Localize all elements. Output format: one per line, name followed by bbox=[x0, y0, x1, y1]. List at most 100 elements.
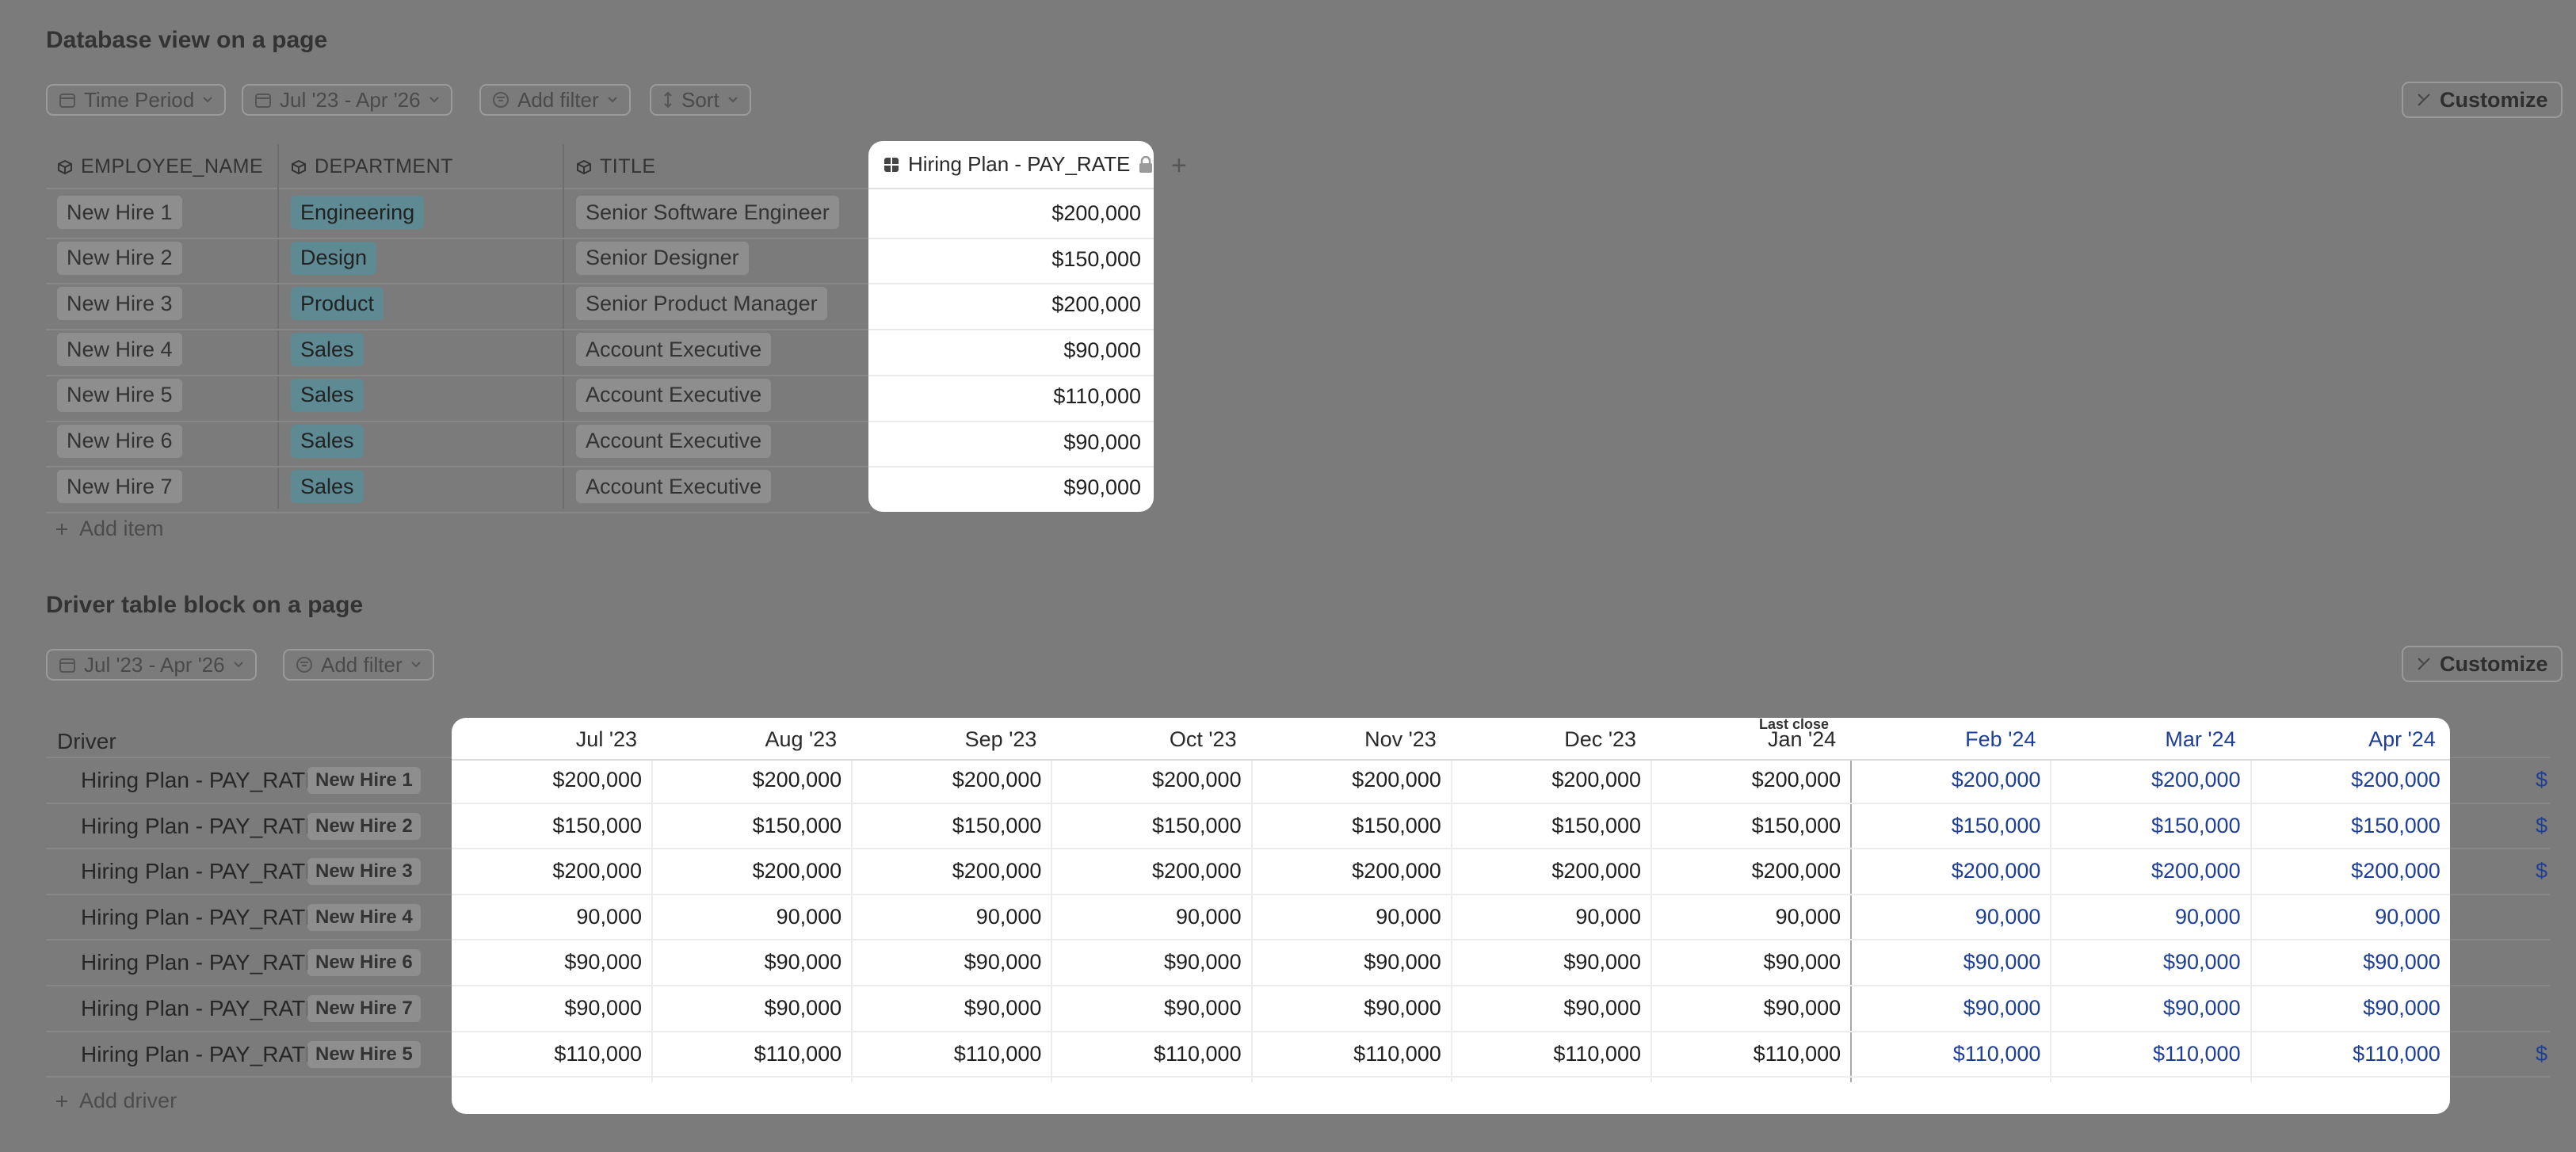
department-tag[interactable]: Engineering bbox=[291, 196, 425, 229]
driver-value-cell[interactable]: $90,000 bbox=[859, 950, 1042, 975]
driver-value-cell[interactable]: $200,000 bbox=[1259, 768, 1441, 792]
department-tag[interactable]: Sales bbox=[291, 424, 364, 458]
driver-value-cell[interactable]: $150,000 bbox=[1459, 814, 1641, 838]
driver-value-cell[interactable]: $200,000 bbox=[1059, 859, 1242, 883]
driver-value-cell[interactable]: $90,000 bbox=[1259, 950, 1441, 975]
driver-value-cell[interactable]: $200,000 bbox=[1858, 859, 2041, 883]
driver-value-cell[interactable]: $200,000 bbox=[2258, 859, 2441, 883]
driver-value-cell[interactable]: $200,000 bbox=[1459, 859, 1641, 883]
driver-value-cell[interactable]: $90,000 bbox=[2059, 950, 2241, 975]
pay-rate-cell[interactable]: $90,000 bbox=[1063, 430, 1141, 455]
employee-name-tag[interactable]: New Hire 1 bbox=[57, 196, 182, 229]
driver-value-cell[interactable]: $150,000 bbox=[1059, 814, 1242, 838]
driver-value-cell[interactable]: 90,000 bbox=[1059, 905, 1242, 929]
department-tag[interactable]: Design bbox=[291, 241, 377, 275]
driver-value-cell[interactable]: $200,000 bbox=[1059, 768, 1242, 792]
month-header[interactable]: Mar '24 bbox=[2054, 727, 2235, 752]
driver-value-cell[interactable]: $90,000 bbox=[2258, 996, 2441, 1020]
driver-value-cell[interactable]: $200,000 bbox=[2258, 768, 2441, 792]
driver-value-cell[interactable]: $90,000 bbox=[1059, 996, 1242, 1020]
driver-value-cell[interactable]: $150,000 bbox=[659, 814, 842, 838]
sort-button[interactable]: Sort bbox=[650, 84, 751, 116]
hire-tag[interactable]: New Hire 2 bbox=[307, 812, 421, 840]
month-header[interactable]: Dec '23 bbox=[1454, 727, 1636, 752]
driver-add-filter-button[interactable]: Add filter bbox=[283, 649, 434, 681]
driver-value-cell[interactable]: $90,000 bbox=[659, 996, 842, 1020]
driver-value-cell[interactable]: 90,000 bbox=[1858, 905, 2041, 929]
driver-value-cell[interactable]: $200,000 bbox=[1459, 768, 1641, 792]
driver-value-cell[interactable]: $150,000 bbox=[1858, 814, 2041, 838]
department-tag[interactable]: Sales bbox=[291, 378, 364, 412]
employee-name-tag[interactable]: New Hire 3 bbox=[57, 287, 182, 321]
driver-value-cell[interactable]: $200,000 bbox=[1858, 768, 2041, 792]
hire-tag[interactable]: New Hire 3 bbox=[307, 858, 421, 886]
employee-name-tag[interactable]: New Hire 5 bbox=[57, 378, 182, 412]
driver-value-cell[interactable]: $90,000 bbox=[1658, 996, 1841, 1020]
driver-value-cell[interactable]: $200,000 bbox=[2059, 859, 2241, 883]
pay-rate-cell[interactable]: $110,000 bbox=[1053, 384, 1141, 409]
driver-value-cell[interactable]: $90,000 bbox=[1259, 996, 1441, 1020]
time-period-filter[interactable]: Time Period bbox=[46, 84, 227, 116]
hire-tag[interactable]: New Hire 1 bbox=[307, 767, 421, 794]
title-tag[interactable]: Account Executive bbox=[576, 378, 772, 412]
title-tag[interactable]: Senior Designer bbox=[576, 241, 749, 275]
employee-name-tag[interactable]: New Hire 6 bbox=[57, 424, 182, 458]
driver-value-cell[interactable]: $110,000 bbox=[460, 1042, 642, 1066]
driver-value-cell[interactable]: 90,000 bbox=[659, 905, 842, 929]
month-header[interactable]: Oct '23 bbox=[1055, 727, 1237, 752]
driver-name[interactable]: Hiring Plan - PAY_RATE bbox=[81, 996, 320, 1021]
driver-value-cell[interactable]: $150,000 bbox=[1259, 814, 1441, 838]
driver-value-cell[interactable]: $200,000 bbox=[2059, 768, 2241, 792]
driver-value-cell[interactable]: $200,000 bbox=[859, 768, 1042, 792]
driver-value-cell[interactable]: $90,000 bbox=[2059, 996, 2241, 1020]
driver-value-cell[interactable]: 90,000 bbox=[2258, 905, 2441, 929]
driver-name[interactable]: Hiring Plan - PAY_RATE bbox=[81, 768, 320, 793]
driver-value-cell[interactable]: $150,000 bbox=[460, 814, 642, 838]
month-header[interactable]: Jan '24 bbox=[1654, 727, 1836, 752]
column-header-employee-name[interactable]: EMPLOYEE_NAME bbox=[57, 155, 263, 178]
title-tag[interactable]: Senior Product Manager bbox=[576, 287, 827, 321]
driver-value-cell[interactable]: $90,000 bbox=[1858, 950, 2041, 975]
driver-value-cell[interactable]: $110,000 bbox=[1858, 1042, 2041, 1066]
month-header[interactable]: Nov '23 bbox=[1254, 727, 1437, 752]
pay-rate-cell[interactable]: $90,000 bbox=[1063, 338, 1141, 363]
hire-tag[interactable]: New Hire 7 bbox=[307, 995, 421, 1022]
driver-value-cell[interactable]: $90,000 bbox=[659, 950, 842, 975]
driver-value-cell[interactable]: $200,000 bbox=[1658, 768, 1841, 792]
add-driver-button[interactable]: Add driver bbox=[54, 1089, 177, 1113]
driver-value-cell[interactable]: $110,000 bbox=[2059, 1042, 2241, 1066]
month-header[interactable]: Apr '24 bbox=[2254, 727, 2436, 752]
driver-name[interactable]: Hiring Plan - PAY_RATE bbox=[81, 1042, 320, 1067]
hire-tag[interactable]: New Hire 5 bbox=[307, 1040, 421, 1068]
driver-value-cell[interactable]: $150,000 bbox=[1658, 814, 1841, 838]
driver-value-cell[interactable]: $200,000 bbox=[659, 859, 842, 883]
hire-tag[interactable]: New Hire 6 bbox=[307, 949, 421, 977]
driver-value-cell[interactable]: 90,000 bbox=[2059, 905, 2241, 929]
driver-value-cell[interactable]: $110,000 bbox=[859, 1042, 1042, 1066]
title-tag[interactable]: Account Executive bbox=[576, 333, 772, 367]
driver-value-cell[interactable]: 90,000 bbox=[1259, 905, 1441, 929]
driver-value-cell[interactable]: 90,000 bbox=[460, 905, 642, 929]
employee-name-tag[interactable]: New Hire 7 bbox=[57, 470, 182, 504]
driver-value-cell[interactable]: $150,000 bbox=[2059, 814, 2241, 838]
title-tag[interactable]: Account Executive bbox=[576, 470, 772, 504]
driver-value-cell[interactable]: $90,000 bbox=[460, 950, 642, 975]
add-filter-button[interactable]: Add filter bbox=[479, 84, 631, 116]
driver-value-cell[interactable]: $90,000 bbox=[2258, 950, 2441, 975]
add-column-button[interactable]: + bbox=[1171, 151, 1187, 181]
driver-value-cell[interactable]: $200,000 bbox=[859, 859, 1042, 883]
driver-value-cell[interactable]: $200,000 bbox=[659, 768, 842, 792]
department-tag[interactable]: Product bbox=[291, 287, 384, 321]
driver-value-cell[interactable]: $90,000 bbox=[1059, 950, 1242, 975]
driver-value-cell[interactable]: $200,000 bbox=[1658, 859, 1841, 883]
driver-value-cell[interactable]: 90,000 bbox=[1459, 905, 1641, 929]
driver-value-cell[interactable]: $110,000 bbox=[1259, 1042, 1441, 1066]
column-header-department[interactable]: DEPARTMENT bbox=[291, 155, 453, 178]
driver-value-cell[interactable]: $90,000 bbox=[1459, 996, 1641, 1020]
driver-customize-button[interactable]: Customize bbox=[2402, 646, 2563, 682]
driver-value-cell[interactable]: $90,000 bbox=[1459, 950, 1641, 975]
employee-name-tag[interactable]: New Hire 2 bbox=[57, 241, 182, 275]
pay-rate-cell[interactable]: $200,000 bbox=[1051, 292, 1141, 317]
driver-value-cell[interactable]: $110,000 bbox=[2258, 1042, 2441, 1066]
add-item-button[interactable]: Add item bbox=[54, 517, 164, 541]
